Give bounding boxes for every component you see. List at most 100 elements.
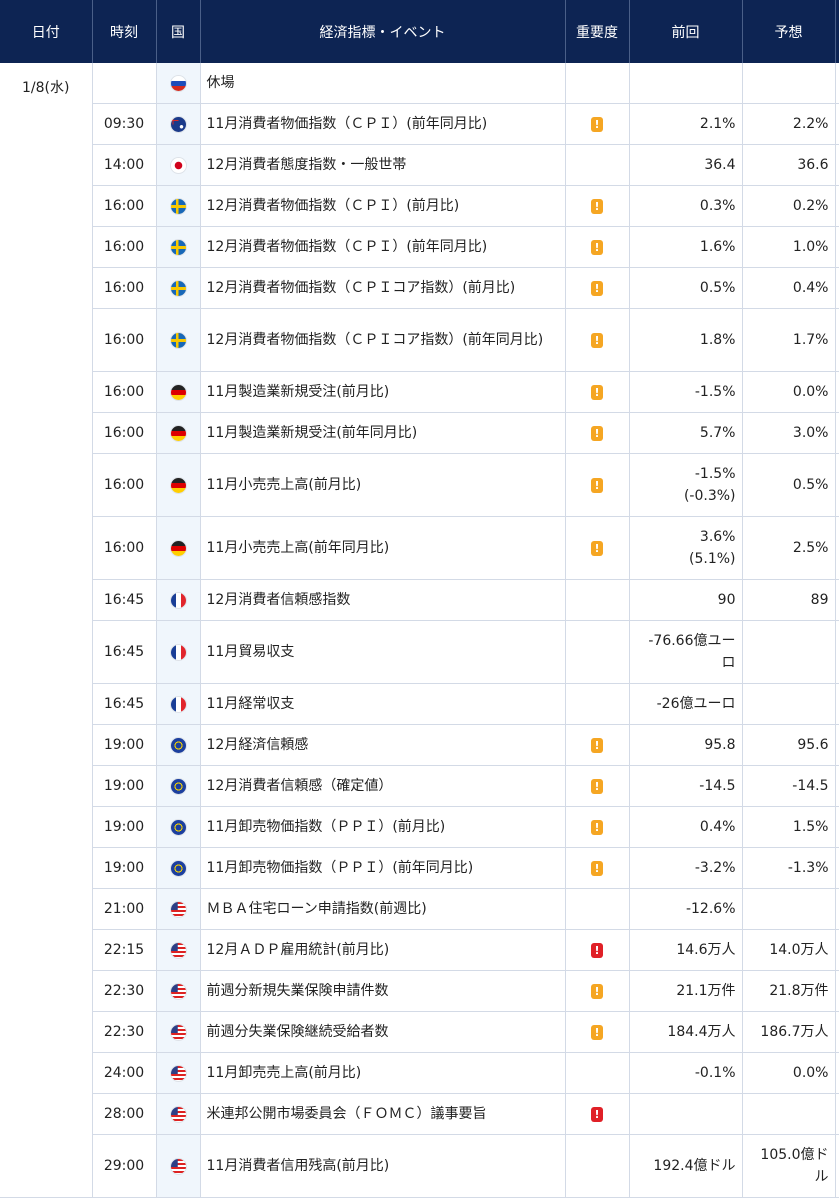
event-name[interactable]: 12月消費者物価指数（ＣＰＩ）(前年同月比) [200, 226, 566, 268]
table-row[interactable]: 29:00 11月消費者信用残高(前月比) 192.4億ドル 105.0億ドル [0, 1134, 839, 1198]
previous-value: -12.6% [685, 901, 736, 917]
time-cell: 16:45 [92, 620, 157, 684]
de-flag-icon [170, 425, 186, 441]
importance-cell: ! [565, 267, 630, 309]
table-row[interactable]: 22:30 前週分失業保険継続受給者数! 184.4万人 186.7万人 [0, 1011, 839, 1053]
event-name[interactable]: 12月経済信頼感 [200, 724, 566, 766]
table-row[interactable]: 16:00 12月消費者物価指数（ＣＰＩコア指数）(前月比)! 0.5% 0.4% [0, 267, 839, 309]
event-name[interactable]: 11月卸売売上高(前月比) [200, 1052, 566, 1094]
forecast-value: 36.6 [742, 144, 836, 186]
table-row[interactable]: 24:00 11月卸売売上高(前月比) -0.1% 0.0% [0, 1052, 839, 1094]
event-name[interactable]: 11月小売売上高(前月比) [200, 453, 566, 517]
importance-cell [565, 620, 630, 684]
previous-value: 0.5% [699, 280, 736, 296]
event-name[interactable]: 12月消費者物価指数（ＣＰＩ）(前月比) [200, 185, 566, 227]
importance-cell: ! [565, 371, 630, 413]
event-name[interactable]: 12月消費者信頼感指数 [200, 579, 566, 621]
event-name[interactable]: 11月卸売物価指数（ＰＰＩ）(前年同月比) [200, 847, 566, 889]
table-row[interactable]: 16:45 11月経常収支 -26億ユーロ [0, 683, 839, 725]
event-name[interactable]: 12月消費者態度指数・一般世帯 [200, 144, 566, 186]
time-cell: 14:00 [92, 144, 157, 186]
event-name[interactable]: 前週分新規失業保険申請件数 [200, 970, 566, 1012]
table-row[interactable]: 14:00 12月消費者態度指数・一般世帯 36.4 36.6 [0, 144, 839, 186]
table-row[interactable]: 22:15 12月ＡＤＰ雇用統計(前月比)! 14.6万人 14.0万人 [0, 929, 839, 971]
forecast-value: -1.3% [742, 847, 836, 889]
country-cell [156, 579, 201, 621]
event-name[interactable]: 休場 [200, 63, 566, 104]
country-cell [156, 371, 201, 413]
table-row[interactable]: 22:30 前週分新規失業保険申請件数! 21.1万件 21.8万件 [0, 970, 839, 1012]
table-row[interactable]: 16:00 11月小売売上高(前月比)! -1.5% (-0.3%) 0.5% [0, 453, 839, 517]
previous-value: 192.4億ドル [653, 1158, 736, 1174]
event-name[interactable]: 12月ＡＤＰ雇用統計(前月比) [200, 929, 566, 971]
table-row[interactable]: 19:00 11月卸売物価指数（ＰＰＩ）(前年同月比)! -3.2% -1.3% [0, 847, 839, 889]
table-row[interactable]: 16:00 12月消費者物価指数（ＣＰＩ）(前月比)! 0.3% 0.2% [0, 185, 839, 227]
table-row[interactable]: 1/8(水) 休場 [0, 63, 839, 1198]
table-row[interactable]: 16:00 11月製造業新規受注(前年同月比)! 5.7% 3.0% [0, 412, 839, 454]
event-name[interactable]: 米連邦公開市場委員会（ＦＯＭＣ）議事要旨 [200, 1093, 566, 1135]
medium-importance-icon: ! [591, 540, 603, 556]
table-row[interactable]: 19:00 11月卸売物価指数（ＰＰＩ）(前月比)! 0.4% 1.5% [0, 806, 839, 848]
table-row[interactable]: 19:00 12月消費者信頼感（確定値）! -14.5 -14.5 [0, 765, 839, 807]
time-cell: 16:00 [92, 412, 157, 454]
table-row[interactable]: 16:45 12月消費者信頼感指数 90 89 [0, 579, 839, 621]
event-name[interactable]: 11月経常収支 [200, 683, 566, 725]
previous-cell: 0.3% [629, 185, 743, 227]
event-name[interactable]: 12月消費者物価指数（ＣＰＩコア指数）(前月比) [200, 267, 566, 309]
country-cell [156, 412, 201, 454]
medium-importance-icon: ! [591, 280, 603, 296]
event-name[interactable]: 前週分失業保険継続受給者数 [200, 1011, 566, 1053]
event-name[interactable]: 12月消費者物価指数（ＣＰＩコア指数）(前年同月比) [200, 308, 566, 372]
time-cell [92, 63, 157, 104]
extra-cell [835, 103, 839, 145]
previous-cell: -3.2% [629, 847, 743, 889]
event-name[interactable]: 11月消費者信用残高(前月比) [200, 1134, 566, 1198]
importance-cell [565, 683, 630, 725]
previous-value: -3.2% [694, 860, 736, 876]
previous-value: 2.1% [699, 116, 736, 132]
country-cell [156, 226, 201, 268]
medium-importance-icon: ! [591, 239, 603, 255]
table-row[interactable]: 09:30 11月消費者物価指数（ＣＰＩ）(前年同月比)! 2.1% 2.2% [0, 103, 839, 145]
table-row[interactable]: 19:00 12月経済信頼感! 95.8 95.6 [0, 724, 839, 766]
forecast-value: 89 [742, 579, 836, 621]
table-row[interactable]: 28:00 米連邦公開市場委員会（ＦＯＭＣ）議事要旨! [0, 1093, 839, 1135]
table-row[interactable]: 16:00 12月消費者物価指数（ＣＰＩ）(前年同月比)! 1.6% 1.0% [0, 226, 839, 268]
previous-cell: -1.5% (-0.3%) [629, 453, 743, 517]
table-row[interactable]: 16:00 11月小売売上高(前年同月比)! 3.6% (5.1%) 2.5% [0, 516, 839, 580]
time-cell: 19:00 [92, 724, 157, 766]
previous-cell: -26億ユーロ [629, 683, 743, 725]
event-name[interactable]: 12月消費者信頼感（確定値） [200, 765, 566, 807]
jp-flag-icon [170, 157, 186, 173]
importance-cell [565, 63, 630, 104]
event-name[interactable]: 11月消費者物価指数（ＣＰＩ）(前年同月比) [200, 103, 566, 145]
event-name[interactable]: ＭＢＡ住宅ローン申請指数(前週比) [200, 888, 566, 930]
previous-value: 36.4 [704, 157, 736, 173]
time-cell: 28:00 [92, 1093, 157, 1135]
table-row[interactable]: 16:00 12月消費者物価指数（ＣＰＩコア指数）(前年同月比)! 1.8% 1.7% [0, 308, 839, 372]
event-name[interactable]: 11月製造業新規受注(前年同月比) [200, 412, 566, 454]
forecast-value [742, 683, 836, 725]
country-cell [156, 1093, 201, 1135]
event-name[interactable]: 11月卸売物価指数（ＰＰＩ）(前月比) [200, 806, 566, 848]
extra-cell [835, 226, 839, 268]
table-row[interactable]: 16:00 11月製造業新規受注(前月比)! -1.5% 0.0% [0, 371, 839, 413]
previous-cell: 3.6% (5.1%) [629, 516, 743, 580]
extra-cell [835, 847, 839, 889]
table-row[interactable]: 16:45 11月貿易収支 -76.66億ユーロ [0, 620, 839, 684]
us-flag-icon [170, 942, 186, 958]
country-cell [156, 683, 201, 725]
table-row[interactable]: 21:00 ＭＢＡ住宅ローン申請指数(前週比) -12.6% [0, 888, 839, 930]
event-name[interactable]: 11月小売売上高(前年同月比) [200, 516, 566, 580]
extra-cell [835, 1134, 839, 1198]
medium-importance-icon: ! [591, 1024, 603, 1040]
forecast-value [742, 888, 836, 930]
forecast-value: 0.0% [742, 371, 836, 413]
event-name[interactable]: 11月製造業新規受注(前月比) [200, 371, 566, 413]
se-flag-icon [170, 198, 186, 214]
extra-cell [835, 683, 839, 725]
extra-cell [835, 1011, 839, 1053]
importance-cell: ! [565, 929, 630, 971]
event-name[interactable]: 11月貿易収支 [200, 620, 566, 684]
previous-cell: -76.66億ユーロ [629, 620, 743, 684]
